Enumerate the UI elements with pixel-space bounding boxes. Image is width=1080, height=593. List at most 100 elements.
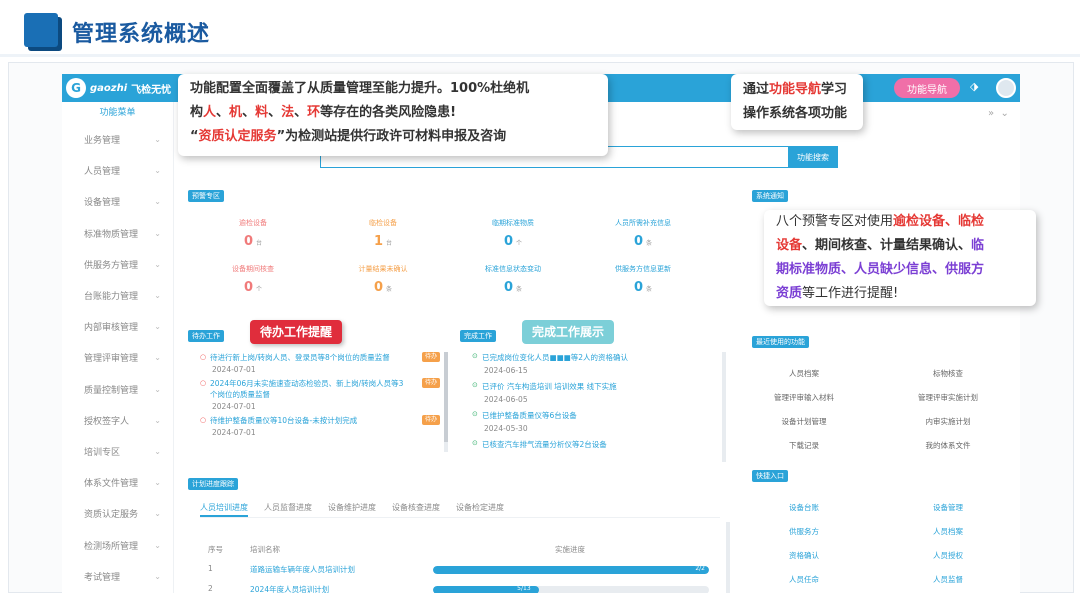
sidebar-item[interactable]: 资质认定服务 ⌄ [62, 498, 173, 529]
logo-text: gaozhi [90, 82, 128, 94]
todo-badge: 待办 [422, 415, 440, 425]
plan-tab[interactable]: 设备检定进度 [456, 502, 504, 517]
recent-function-link[interactable]: 管理评审实施计划 [876, 392, 1020, 403]
warning-count-value: 0 [243, 280, 254, 295]
sidebar-item[interactable]: 管理评审管理 ⌄ [62, 342, 173, 373]
plan-row[interactable]: 2 2024年度人员培训计划 5/13 [200, 580, 720, 593]
plan-row[interactable]: 1 道路运输车辆年度人员培训计划 2/2 [200, 560, 720, 580]
plan-tab[interactable]: 人员培训进度 [200, 502, 248, 517]
quick-entry-link[interactable]: 设备台账 [732, 502, 876, 513]
sidebar: 功能菜单 业务管理 ⌄ 人员管理 ⌄ 设备管理 ⌄ 标准物质管理 ⌄ 供服务方管理 ⌄ 台账能力管理… [62, 102, 174, 593]
title-marker [24, 13, 58, 47]
todo-scrollbar[interactable] [444, 352, 448, 452]
todo-text[interactable]: 待维护整备质量仪等10台设备-未按计划完成 [200, 415, 410, 426]
done-item[interactable]: 已完成岗位变化人员■■■等2人的资格确认 2024-06-15 [472, 352, 722, 375]
feature-nav-button[interactable]: 功能导航 [894, 78, 960, 98]
plan-row-name[interactable]: 2024年度人员培训计划 [250, 584, 329, 593]
warning-cell[interactable]: 临检设备 1 台 [318, 218, 448, 249]
sidebar-item[interactable]: 业务管理 ⌄ [62, 124, 173, 155]
top-callout-line-2: 构人、机、料、法、环等存在的各类风险隐患! [190, 105, 457, 120]
plan-row-name[interactable]: 道路运输车辆年度人员培训计划 [250, 564, 355, 575]
tag-icon[interactable]: ⬗ [970, 80, 984, 94]
sidebar-item-label: 资质认定服务 [84, 510, 139, 521]
todo-item[interactable]: 2024年06月未实施速查动态检验员、新上岗/转岗人员等3个岗位的质量监督 202… [200, 378, 450, 411]
done-item[interactable]: 已评价 汽车构造培训 培训效果 线下实施 2024-06-05 [472, 381, 722, 404]
warning-cell[interactable]: 供服务方信息更新 0 条 [578, 264, 708, 295]
chevron-down-icon: ⌄ [154, 259, 161, 269]
plan-tab[interactable]: 人员监督进度 [264, 502, 312, 517]
notice-tag: 系统通知 [752, 190, 788, 202]
sidebar-item[interactable]: 内部审核管理 ⌄ [62, 311, 173, 342]
sidebar-item[interactable]: 检测场所管理 ⌄ [62, 529, 173, 560]
recent-function-link[interactable]: 标物核查 [876, 368, 1020, 379]
quick-entry-link[interactable]: 人员监督 [876, 574, 1020, 585]
sidebar-item[interactable]: 人员管理 ⌄ [62, 155, 173, 186]
progress-bar: 5/13 [433, 586, 709, 593]
quick-entry-link[interactable]: 人员档案 [876, 526, 1020, 537]
sidebar-item[interactable]: 供服务方管理 ⌄ [62, 249, 173, 280]
sidebar-item[interactable]: 台账能力管理 ⌄ [62, 280, 173, 311]
todo-text[interactable]: 2024年06月未实施速查动态检验员、新上岗/转岗人员等3个岗位的质量监督 [200, 378, 410, 400]
sidebar-item[interactable]: 体系文件管理 ⌄ [62, 467, 173, 498]
warning-unit: 条 [646, 286, 653, 293]
warning-cell[interactable]: 逾检设备 0 台 [188, 218, 318, 249]
done-text[interactable]: 已评价 汽车构造培训 培训效果 线下实施 [472, 381, 722, 392]
sidebar-item-label: 培训专区 [84, 447, 121, 458]
warning-label: 供服务方信息更新 [615, 265, 671, 273]
sidebar-item[interactable]: 授权签字人 ⌄ [62, 405, 173, 436]
recent-function-link[interactable]: 设备计划管理 [732, 416, 876, 427]
todo-item[interactable]: 待维护整备质量仪等10台设备-未按计划完成 2024-07-01 待办 [200, 415, 450, 437]
quick-entry-link[interactable]: 人员任命 [732, 574, 876, 585]
slide-header: 管理系统概述 [0, 0, 1080, 58]
chevron-down-icon: ⌄ [154, 353, 161, 363]
sidebar-item[interactable]: 标准物质管理 ⌄ [62, 218, 173, 249]
done-date: 2024-06-15 [484, 366, 528, 375]
plan-tab[interactable]: 设备核查进度 [392, 502, 440, 517]
warning-unit: 个 [516, 240, 523, 247]
done-item[interactable]: 已核查汽车排气流量分析仪等2台设备 [472, 439, 722, 450]
chevron-down-icon: ⌄ [154, 478, 161, 488]
warning-cell[interactable]: 临期标准物质 0 个 [448, 218, 578, 249]
sidebar-item[interactable]: 设备管理 ⌄ [62, 186, 173, 217]
warning-cell[interactable]: 人员所需补充信息 0 条 [578, 218, 708, 249]
warning-count: 0条 [448, 280, 578, 295]
todo-item[interactable]: 待进行新上岗/转岗人员、登录员等8个岗位的质量监督 2024-07-01 待办 [200, 352, 450, 374]
recent-function-link[interactable]: 内审实施计划 [876, 416, 1020, 427]
quick-entry-link[interactable]: 人员授权 [876, 550, 1020, 561]
warning-cell[interactable]: 标准信息状态变动 0 条 [448, 264, 578, 295]
sidebar-item[interactable]: 质量控制管理 ⌄ [62, 374, 173, 405]
sidebar-item-label: 内部审核管理 [84, 323, 139, 334]
quick-entry-link[interactable]: 设备管理 [876, 502, 1020, 513]
sidebar-item[interactable]: 培训专区 ⌄ [62, 436, 173, 467]
done-text[interactable]: 已核查汽车排气流量分析仪等2台设备 [472, 439, 722, 450]
quick-entry-link[interactable]: 资格确认 [732, 550, 876, 561]
slide-title: 管理系统概述 [72, 22, 211, 47]
recent-function-link[interactable]: 下载记录 [732, 440, 876, 451]
avatar[interactable] [996, 78, 1016, 98]
recent-function-link[interactable]: 管理评审输入材料 [732, 392, 876, 403]
warning-cell[interactable]: 设备期间核查 0 个 [188, 264, 318, 295]
logo: G gaozhi 飞检无忧 [66, 78, 174, 98]
plan-row-no: 1 [208, 564, 213, 573]
recent-function-link[interactable]: 人员档案 [732, 368, 876, 379]
done-scrollbar[interactable] [722, 352, 726, 462]
chevron-down-icon: ⌄ [154, 415, 161, 425]
recent-function-link[interactable]: 我的体系文件 [876, 440, 1020, 451]
sidebar-item-label: 管理评审管理 [84, 354, 139, 365]
chevron-down-icon: ⌄ [154, 540, 161, 550]
chevron-down-icon: ⌄ [154, 446, 161, 456]
col-no: 序号 [208, 545, 223, 554]
warning-cell[interactable]: 计量结果未确认 0 条 [318, 264, 448, 295]
quick-entry-link[interactable]: 供服务方 [732, 526, 876, 537]
plan-scrollbar[interactable] [726, 522, 730, 593]
sidebar-item-label: 授权签字人 [84, 416, 130, 427]
done-text[interactable]: 已完成岗位变化人员■■■等2人的资格确认 [472, 352, 722, 363]
nav-callout: 通过功能导航学习 操作系统各项功能 [731, 74, 863, 130]
plan-tab[interactable]: 设备维护进度 [328, 502, 376, 517]
sidebar-item[interactable]: 考试管理 ⌄ [62, 561, 173, 592]
done-text[interactable]: 已维护整备质量仪等6台设备 [472, 410, 722, 421]
todo-text[interactable]: 待进行新上岗/转岗人员、登录员等8个岗位的质量监督 [200, 352, 410, 363]
warning-callout-line-2: 设备、期间核查、计量结果确认、临 [776, 238, 985, 253]
done-item[interactable]: 已维护整备质量仪等6台设备 2024-05-30 [472, 410, 722, 433]
chevron-down-icon: ⌄ [154, 384, 161, 394]
